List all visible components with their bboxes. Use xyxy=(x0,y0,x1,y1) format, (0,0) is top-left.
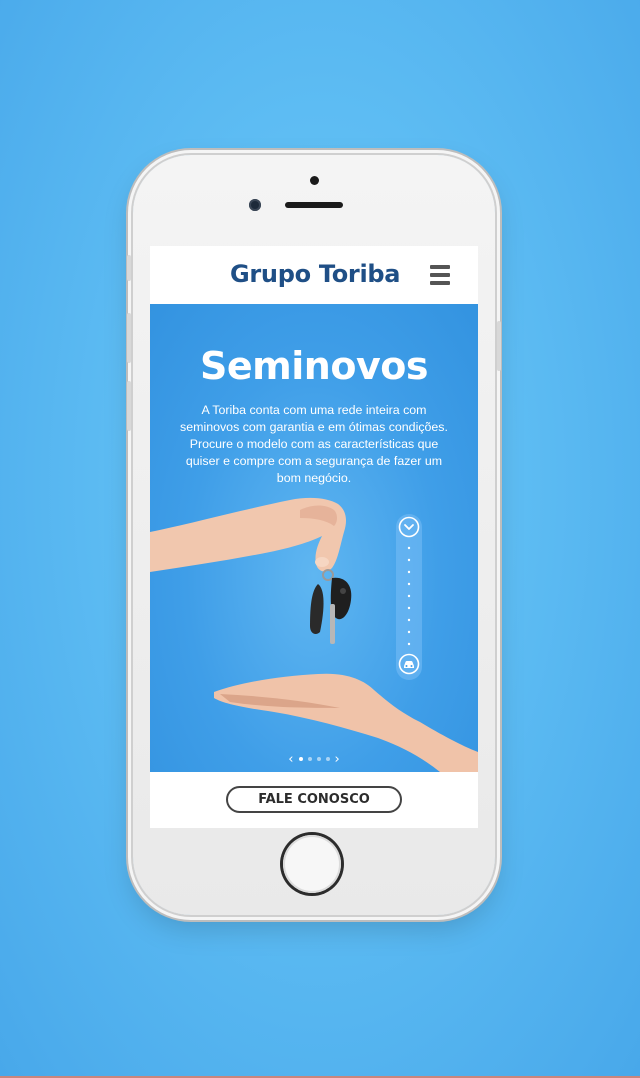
carousel-pagination: ‹ › xyxy=(150,752,478,766)
carousel-dot-2[interactable] xyxy=(307,757,312,761)
earpiece-speaker xyxy=(285,202,343,208)
hamburger-menu-icon[interactable] xyxy=(430,265,452,287)
carousel-dot-4[interactable] xyxy=(325,757,330,761)
phone-volume-down xyxy=(127,381,131,431)
chevron-down-icon[interactable] xyxy=(398,516,420,538)
car-icon[interactable] xyxy=(398,653,420,675)
phone-screen: Grupo Toriba Seminovos A Toriba conta co… xyxy=(150,246,478,828)
phone-volume-up xyxy=(127,313,131,363)
brand-logo[interactable]: Grupo Toriba xyxy=(230,260,400,288)
phone-power-button xyxy=(497,321,501,371)
scroll-indicator-dots xyxy=(407,546,411,646)
carousel-dot-3[interactable] xyxy=(316,757,321,761)
carousel-dot-1[interactable] xyxy=(298,757,303,761)
phone-home-button xyxy=(283,835,341,893)
contact-button[interactable]: FALE CONOSCO xyxy=(226,786,402,813)
carousel-prev-button[interactable]: ‹ xyxy=(288,753,293,766)
front-camera xyxy=(249,199,261,211)
hero-section: Seminovos A Toriba conta com uma rede in… xyxy=(150,304,478,772)
app-header: Grupo Toriba xyxy=(150,246,478,303)
phone-mockup: Grupo Toriba Seminovos A Toriba conta co… xyxy=(127,155,501,915)
phone-silent-switch xyxy=(127,255,131,281)
carousel-next-button[interactable]: › xyxy=(335,753,340,766)
front-sensor xyxy=(310,176,319,185)
